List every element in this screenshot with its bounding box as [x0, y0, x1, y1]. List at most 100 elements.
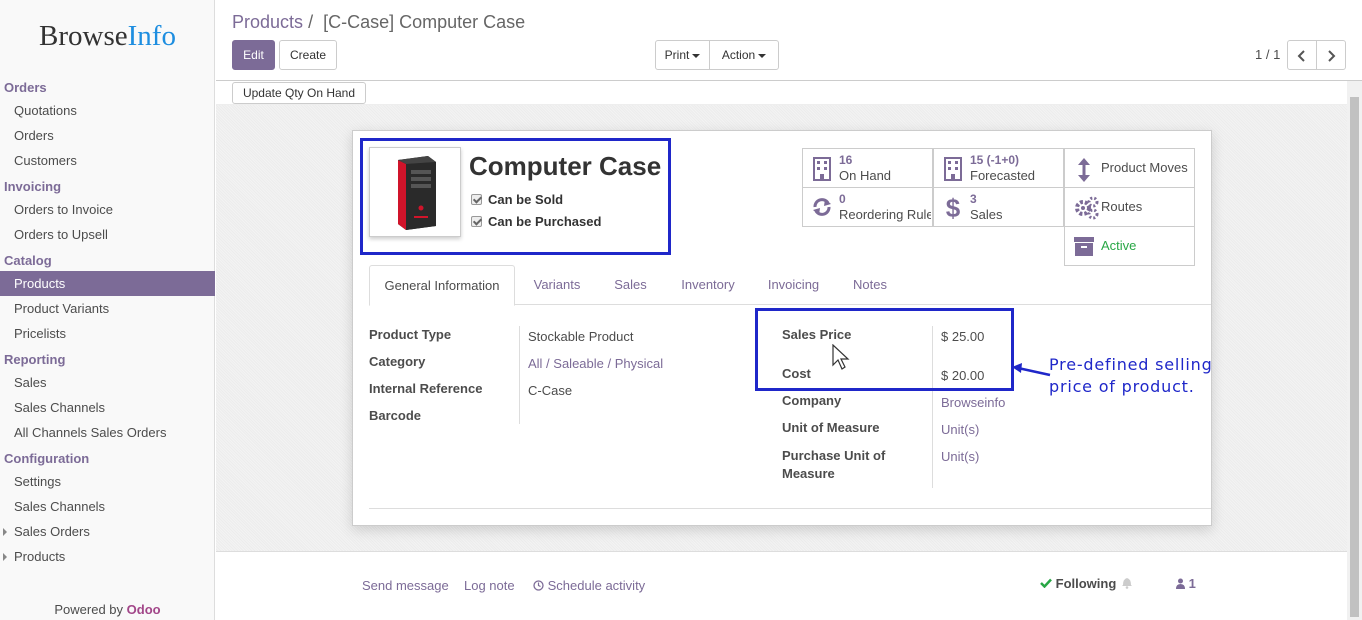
notebook-tabs: General Information Variants Sales Inven…	[369, 265, 1211, 306]
menu-item-label: Sales Orders	[14, 524, 90, 539]
powered-by-text: Powered by	[54, 602, 127, 617]
menu-item-sales-report[interactable]: Sales	[0, 370, 215, 395]
unit-of-measure-label: Unit of Measure	[782, 420, 880, 435]
action-label: Action	[721, 48, 756, 62]
dollar-icon: $	[945, 193, 961, 223]
menu-section-catalog[interactable]: Catalog	[0, 251, 215, 271]
product-type-value[interactable]: Stockable Product	[528, 329, 634, 344]
user-icon	[1176, 578, 1185, 589]
reordering-value: 0	[839, 192, 846, 206]
sales-label: Sales	[970, 207, 1003, 222]
form-statusbar: Update Qty On Hand	[216, 81, 1347, 105]
following-button[interactable]: Following	[1040, 576, 1116, 591]
schedule-activity-button[interactable]: Schedule activity	[533, 578, 645, 593]
menu-item-orders[interactable]: Orders	[0, 123, 215, 148]
company-label: Company	[782, 393, 842, 408]
barcode-label: Barcode	[369, 408, 422, 423]
chevron-right-icon	[1328, 50, 1336, 62]
followers-count: 1	[1188, 576, 1196, 591]
company-logo[interactable]: BrowseInfo	[0, 20, 215, 53]
scrollbar[interactable]	[1347, 81, 1362, 620]
company-value[interactable]: Browseinfo	[941, 395, 1005, 410]
product-header-highlight	[360, 138, 671, 255]
reordering-rules-button[interactable]: 0 Reordering Rules	[802, 187, 933, 227]
menu-item-products[interactable]: Products	[0, 271, 215, 296]
routes-button[interactable]: Routes	[1064, 187, 1195, 227]
menu-section-reporting[interactable]: Reporting	[0, 350, 215, 370]
print-dropdown[interactable]: Print	[655, 40, 710, 70]
action-dropdown[interactable]: Action	[709, 40, 779, 70]
breadcrumb-products[interactable]: Products	[232, 12, 303, 32]
powered-by: Powered by Odoo	[0, 602, 215, 617]
category-value[interactable]: All / Saleable / Physical	[528, 356, 663, 371]
forecasted-button[interactable]: 15 (-1+0) Forecasted	[933, 148, 1064, 188]
expand-caret-icon	[3, 528, 7, 536]
menu-section-invoicing[interactable]: Invoicing	[0, 177, 215, 197]
routes-label: Routes	[1101, 199, 1143, 214]
menu-item-customers[interactable]: Customers	[0, 148, 215, 173]
menu-item-products-config[interactable]: Products	[0, 544, 215, 569]
menu-item-settings[interactable]: Settings	[0, 469, 215, 494]
pager-previous-button[interactable]	[1287, 40, 1317, 70]
menu-item-product-variants[interactable]: Product Variants	[0, 296, 215, 321]
forecasted-value: 15 (-1+0)	[970, 153, 1020, 167]
on-hand-value: 16	[839, 153, 853, 167]
product-moves-label: Product Moves	[1101, 160, 1188, 175]
purchase-unit-of-measure-value[interactable]: Unit(s)	[941, 449, 979, 464]
logo-accent-text: Info	[127, 20, 176, 52]
annotation-line-2: price of product.	[1049, 377, 1195, 396]
menu-item-orders-to-upsell[interactable]: Orders to Upsell	[0, 222, 215, 247]
active-label: Active	[1101, 238, 1137, 253]
tab-general-information[interactable]: General Information	[369, 265, 515, 306]
menu-item-sales-orders-config[interactable]: Sales Orders	[0, 519, 215, 544]
category-label: Category	[369, 354, 426, 369]
print-label: Print	[664, 48, 690, 62]
tab-invoicing[interactable]: Invoicing	[756, 265, 831, 305]
tab-variants[interactable]: Variants	[523, 265, 591, 305]
pager-value[interactable]: 1 / 1	[1255, 47, 1280, 62]
menu-item-all-channels-sales-orders[interactable]: All Channels Sales Orders	[0, 420, 215, 445]
building-icon	[811, 157, 833, 181]
product-moves-button[interactable]: Product Moves	[1064, 148, 1195, 188]
menu-item-orders-to-invoice[interactable]: Orders to Invoice	[0, 197, 215, 222]
archive-icon	[1073, 235, 1095, 259]
menu-item-pricelists[interactable]: Pricelists	[0, 321, 215, 346]
tab-sales[interactable]: Sales	[603, 265, 658, 305]
menu-section-configuration[interactable]: Configuration	[0, 449, 215, 469]
update-qty-on-hand-button[interactable]: Update Qty On Hand	[232, 82, 366, 104]
caret-down-icon	[758, 53, 767, 58]
send-message-button[interactable]: Send message	[362, 578, 449, 593]
building-icon	[942, 157, 964, 181]
bell-icon[interactable]	[1121, 576, 1133, 589]
annotation-note: Pre-defined selling price of product.	[1049, 354, 1213, 398]
odoo-link[interactable]: Odoo	[127, 602, 161, 617]
menu-item-sales-channels-report[interactable]: Sales Channels	[0, 395, 215, 420]
breadcrumb-current: [C-Case] Computer Case	[323, 12, 526, 32]
sales-button[interactable]: $ 3 Sales	[933, 187, 1064, 227]
breadcrumb-separator: /	[308, 12, 314, 32]
vertical-arrows-icon	[1073, 157, 1095, 182]
sidebar: BrowseInfo Orders Quotations Orders Cust…	[0, 0, 215, 620]
menu-item-sales-channels-config[interactable]: Sales Channels	[0, 494, 215, 519]
create-button[interactable]: Create	[279, 40, 337, 70]
edit-button[interactable]: Edit	[232, 40, 275, 70]
log-note-button[interactable]: Log note	[464, 578, 515, 593]
tab-notes[interactable]: Notes	[843, 265, 897, 305]
on-hand-button[interactable]: 16 On Hand	[802, 148, 933, 188]
sales-value: 3	[970, 192, 977, 206]
pager-next-button[interactable]	[1316, 40, 1346, 70]
check-icon	[1040, 578, 1052, 589]
schedule-activity-label: Schedule activity	[547, 578, 646, 593]
annotation-arrow-icon	[1012, 363, 1051, 377]
active-toggle-button[interactable]: Active	[1064, 226, 1195, 266]
forecasted-label: Forecasted	[970, 168, 1036, 183]
menu-item-quotations[interactable]: Quotations	[0, 98, 215, 123]
tab-inventory[interactable]: Inventory	[669, 265, 747, 305]
internal-reference-value[interactable]: C-Case	[528, 383, 572, 398]
scrollbar-thumb[interactable]	[1350, 97, 1359, 617]
gears-icon	[1073, 196, 1099, 220]
followers-button[interactable]: 1	[1176, 576, 1196, 591]
menu-section-orders[interactable]: Orders	[0, 78, 215, 98]
internal-reference-label: Internal Reference	[369, 381, 483, 396]
unit-of-measure-value[interactable]: Unit(s)	[941, 422, 979, 437]
